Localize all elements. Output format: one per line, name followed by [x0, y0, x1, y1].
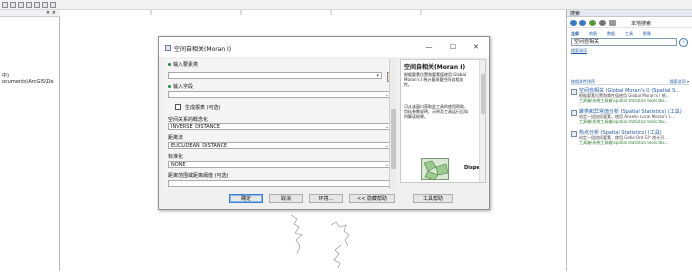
search-scope-dropdown[interactable]: 本地搜索 [631, 20, 651, 27]
search-result[interactable]: 聚类和异常值分析 (Spatial Statistics) (工具) 给定一组加… [571, 108, 691, 128]
distance-band-input[interactable] [168, 180, 392, 187]
forward-arrow-icon[interactable] [579, 20, 586, 26]
sort-bar: 按相关性排序 搜索选项 ▾ [571, 79, 689, 85]
home-icon[interactable] [589, 20, 596, 26]
tab-data[interactable]: 数据 [607, 31, 615, 37]
input-features-field[interactable]: ▾ [168, 72, 382, 79]
required-dot-icon [168, 63, 171, 66]
tab-maps[interactable]: 地图 [589, 31, 597, 37]
input-features-label: 输入要素类 [168, 61, 198, 68]
search-result[interactable]: 空间自相关 (Global Moran's I) (Spatial S... 根… [571, 87, 691, 107]
toc-text-line: ocuments\ArcGIS\De [2, 79, 54, 85]
help-panel: 空间自相关(Moran I) 根据要素位置和要素值使用 Global Moran… [400, 59, 486, 183]
maximize-button[interactable]: ☐ [447, 42, 459, 52]
sort-dropdown[interactable]: 按相关性排序 [571, 79, 595, 85]
toolbar-icon[interactable] [2, 2, 8, 8]
search-tabs: 全部 地图 数据 工具 影像 [571, 31, 681, 37]
result-path: 工具箱\系统工具箱\spatial statistics tools.tbx..… [579, 140, 669, 145]
search-options-dropdown[interactable]: 搜索选项 ▾ [670, 79, 689, 85]
tab-tools[interactable]: 工具 [625, 31, 633, 37]
toolbar-icon[interactable] [34, 2, 40, 8]
tool-icon [165, 45, 171, 51]
input-field-label: 输入字段 [168, 83, 193, 90]
generate-report-checkbox[interactable] [175, 104, 181, 110]
hide-help-button[interactable]: << 隐藏帮助 [349, 194, 395, 203]
search-panel: 搜索 本地搜索 全部 地图 数据 工具 影像 空间自相关 ⌕ 搜索选项 按相关性… [566, 10, 692, 271]
toc-panel: 中) ocuments\ArcGIS\De [0, 17, 60, 271]
search-icon[interactable]: ⌕ [679, 38, 688, 47]
environments-button[interactable]: 环境... [309, 194, 343, 203]
conceptualization-dropdown[interactable]: INVERSE_DISTANCE ⌄ [168, 123, 392, 130]
conceptualization-label: 空间关系的概念化 [168, 117, 209, 123]
close-button[interactable]: ✕ [470, 42, 482, 52]
help-paragraph: 根据要素位置和要素值使用 Global Moran's I 统计量测量空间自相关… [404, 72, 467, 87]
generate-report-label: 生成报表 (可选) [185, 105, 221, 111]
distance-band-label: 距离范围或距离阈值 (可选) [168, 173, 229, 179]
minimize-button[interactable]: — [423, 42, 435, 52]
back-arrow-icon[interactable] [570, 20, 577, 26]
toolbar-icon[interactable] [50, 2, 56, 8]
tab-all[interactable]: 全部 [571, 31, 579, 37]
ruler-ticks [150, 10, 422, 15]
boundary-line [333, 244, 342, 269]
standardization-label: 标准化 [168, 154, 184, 160]
close-icon[interactable]: × × [46, 10, 56, 16]
tool-help-button[interactable]: 工具帮助 [413, 194, 453, 203]
help-paragraph: 可从该窗口获取此工具的使用帮助，包括参数说明、示例及工具运行后如何解读结果。 [404, 104, 468, 119]
search-options-link[interactable]: 搜索选项 [571, 48, 587, 54]
options-icon[interactable] [609, 20, 616, 26]
toc-header: × × [0, 10, 60, 17]
toolbar-icon[interactable] [18, 2, 24, 8]
parameter-form: 输入要素类 ▾ 输入字段 ⌄ 生成报表 (可选) 空间关系的概念化 INVERS… [165, 59, 398, 189]
tool-icon [571, 131, 577, 137]
main-toolbar [0, 0, 692, 10]
search-nav-bar: 本地搜索 [567, 18, 692, 28]
tool-icon [571, 110, 577, 116]
ok-button[interactable]: 确定 [229, 194, 263, 203]
moran-i-dialog: 空间自相关(Moran I) — ☐ ✕ 输入要素类 ▾ 输入字段 ⌄ 生成报表… [158, 36, 490, 210]
scrollbar-thumb[interactable] [391, 109, 396, 169]
dialog-title-bar: 空间自相关(Moran I) — ☐ ✕ [159, 37, 489, 57]
toolbar-icon[interactable] [10, 2, 16, 8]
toolbar-icon[interactable] [26, 2, 32, 8]
dialog-title: 空间自相关(Moran I) [174, 46, 232, 53]
input-field-dropdown[interactable]: ⌄ [168, 91, 392, 98]
search-result[interactable]: 热点分析 (Spatial Statistics) (工具) 给定一组加权要素，… [571, 129, 691, 149]
distance-method-label: 距离法 [168, 135, 184, 141]
boundary-line [290, 214, 303, 255]
standardization-dropdown[interactable]: NONE ⌄ [168, 161, 392, 168]
cancel-button[interactable]: 取消 [269, 194, 303, 203]
help-title: 空间自相关(Moran I) [404, 64, 466, 71]
scrollbar-thumb[interactable] [481, 74, 485, 114]
search-panel-title-bar: 搜索 [567, 10, 692, 17]
chevron-down-icon[interactable]: ▾ [376, 73, 379, 78]
required-dot-icon [168, 85, 171, 88]
toolbar-icon[interactable] [42, 2, 48, 8]
tab-images[interactable]: 影像 [643, 31, 651, 37]
polygon-map-icon [423, 160, 449, 181]
help-illustration [421, 158, 449, 181]
boundary-line [330, 221, 350, 247]
tool-icon [571, 89, 577, 95]
result-path: 工具箱\系统工具箱\spatial statistics tools.tbx..… [579, 119, 669, 124]
form-scrollbar[interactable] [389, 59, 397, 189]
toc-text-line: 中) [2, 73, 9, 79]
distance-method-dropdown[interactable]: EUCLIDEAN_DISTANCE ⌄ [168, 142, 392, 149]
search-panel-title: 搜索 [570, 11, 581, 17]
help-scrollbar[interactable] [479, 60, 485, 182]
search-input[interactable]: 空间自相关 [571, 38, 677, 46]
result-path: 工具箱\系统工具箱\spatial statistics tools.tbx..… [579, 98, 669, 103]
refresh-icon[interactable] [599, 20, 606, 26]
